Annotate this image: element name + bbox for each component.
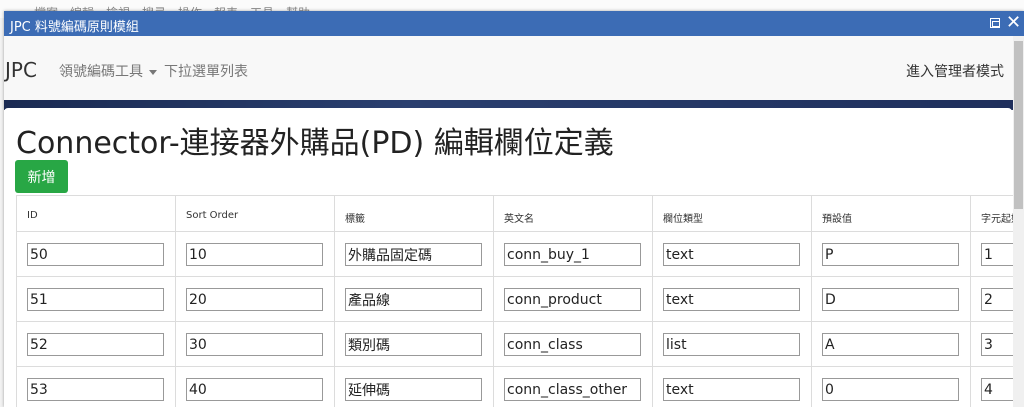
page-title: Connector-連接器外購品(PD) 編輯欄位定義 bbox=[16, 126, 614, 161]
table-row-cell bbox=[16, 232, 175, 277]
default-value-input[interactable] bbox=[822, 333, 959, 356]
table-row-cell bbox=[652, 277, 811, 322]
scrollbar-thumb[interactable] bbox=[1014, 41, 1023, 209]
close-icon[interactable]: ✕ bbox=[1006, 13, 1021, 33]
caret-down-icon bbox=[149, 69, 157, 75]
label-input[interactable] bbox=[345, 243, 482, 266]
table-header-cell: Sort Order bbox=[175, 195, 334, 232]
table-row-cell bbox=[175, 277, 334, 322]
add-button[interactable]: 新增 bbox=[15, 160, 68, 193]
module-dialog: JPC 料號編碼原則模組 ✕ JPC 領號編碼工具 下拉選單列表 進入管理者模式… bbox=[4, 11, 1024, 407]
table-row-cell bbox=[493, 322, 652, 367]
nav-dropdown-list[interactable]: 下拉選單列表 bbox=[164, 61, 248, 81]
table-row-cell bbox=[493, 367, 652, 407]
table-row-cell bbox=[811, 232, 970, 277]
table-row-cell bbox=[652, 232, 811, 277]
english-name-input[interactable] bbox=[504, 378, 641, 401]
header-field-type: 欄位類型 bbox=[663, 214, 703, 225]
table-row-cell bbox=[16, 367, 175, 407]
table-row-cell bbox=[652, 322, 811, 367]
field-type-input[interactable] bbox=[663, 288, 800, 311]
english-name-input[interactable] bbox=[504, 243, 641, 266]
table-row-cell bbox=[334, 232, 493, 277]
admin-mode-link[interactable]: 進入管理者模式 bbox=[906, 61, 1004, 81]
id-input[interactable] bbox=[27, 378, 164, 401]
table-row-cell bbox=[811, 277, 970, 322]
table-header-cell: 英文名 bbox=[493, 195, 652, 232]
header-label: 標籤 bbox=[345, 214, 365, 225]
table-header-cell: 欄位類型 bbox=[652, 195, 811, 232]
sort-order-input[interactable] bbox=[186, 333, 323, 356]
header-default-value: 預設值 bbox=[822, 214, 852, 225]
table-row-cell bbox=[16, 277, 175, 322]
id-input[interactable] bbox=[27, 288, 164, 311]
table-row-cell bbox=[175, 322, 334, 367]
field-type-input[interactable] bbox=[663, 333, 800, 356]
label-input[interactable] bbox=[345, 288, 482, 311]
table-row-cell bbox=[493, 232, 652, 277]
navbar: JPC 領號編碼工具 下拉選單列表 進入管理者模式 bbox=[4, 36, 1014, 100]
english-name-input[interactable] bbox=[504, 288, 641, 311]
table-header-cell: ID bbox=[16, 195, 175, 232]
table-row-cell bbox=[334, 277, 493, 322]
id-input[interactable] bbox=[27, 333, 164, 356]
dialog-titlebar[interactable]: JPC 料號編碼原則模組 ✕ bbox=[4, 11, 1024, 36]
restore-icon[interactable] bbox=[990, 18, 1000, 28]
sort-order-input[interactable] bbox=[186, 378, 323, 401]
nav-encode-tools-label: 領號編碼工具 bbox=[59, 64, 143, 80]
table-row-cell bbox=[493, 277, 652, 322]
english-name-input[interactable] bbox=[504, 333, 641, 356]
table-row-cell bbox=[175, 232, 334, 277]
brand-logo[interactable]: JPC bbox=[5, 58, 37, 82]
table-row-cell bbox=[811, 322, 970, 367]
field-type-input[interactable] bbox=[663, 378, 800, 401]
table-header-cell: 標籤 bbox=[334, 195, 493, 232]
default-value-input[interactable] bbox=[822, 378, 959, 401]
vertical-scrollbar[interactable] bbox=[1013, 36, 1024, 407]
id-input[interactable] bbox=[27, 243, 164, 266]
label-input[interactable] bbox=[345, 378, 482, 401]
sort-order-input[interactable] bbox=[186, 243, 323, 266]
default-value-input[interactable] bbox=[822, 243, 959, 266]
header-id: ID bbox=[27, 210, 38, 221]
table-row-cell bbox=[811, 367, 970, 407]
table-row-cell bbox=[334, 322, 493, 367]
dialog-title: JPC 料號編碼原則模組 bbox=[10, 20, 139, 35]
screen: 檔案 編輯 檢視 搜尋 操作 報表 工具 幫助 JPC 料號編碼原則模組 ✕ J… bbox=[0, 0, 1024, 407]
content-card: Connector-連接器外購品(PD) 編輯欄位定義 新增 ID Sort O… bbox=[4, 108, 1024, 407]
header-sort-order: Sort Order bbox=[186, 210, 239, 221]
field-type-input[interactable] bbox=[663, 243, 800, 266]
nav-encode-tools-dropdown[interactable]: 領號編碼工具 bbox=[59, 61, 157, 81]
label-input[interactable] bbox=[345, 333, 482, 356]
table-header-cell: 預設值 bbox=[811, 195, 970, 232]
table-row-cell bbox=[334, 367, 493, 407]
default-value-input[interactable] bbox=[822, 288, 959, 311]
field-definition-table: ID Sort Order 標籤 英文名 欄位類型 預設值 字元起始 bbox=[16, 195, 1024, 407]
sort-order-input[interactable] bbox=[186, 288, 323, 311]
table-row-cell bbox=[16, 322, 175, 367]
table-row-cell bbox=[175, 367, 334, 407]
table-row-cell bbox=[652, 367, 811, 407]
header-english-name: 英文名 bbox=[504, 214, 534, 225]
